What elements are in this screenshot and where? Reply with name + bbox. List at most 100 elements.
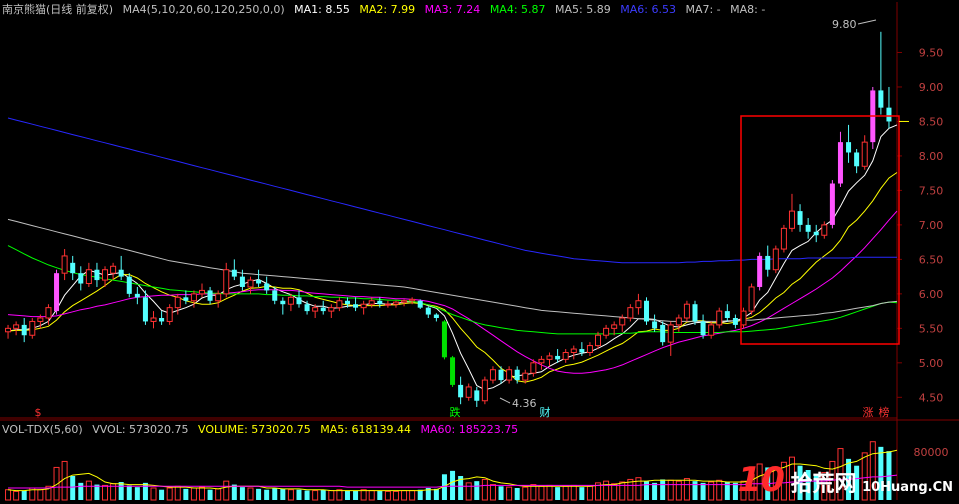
candle-body — [522, 372, 529, 381]
candle — [692, 300, 698, 325]
ma7-value: MA7: - — [685, 3, 721, 16]
candle-body — [336, 300, 343, 309]
volume-bar — [433, 488, 439, 500]
y-tick-label: 8.00 — [919, 150, 944, 163]
candle — [450, 355, 456, 387]
candle-body — [450, 357, 456, 385]
volume-bar — [643, 481, 650, 500]
stock-title: 南京熊猫(日线 前复权) — [2, 3, 114, 16]
candle-body — [21, 324, 27, 336]
volume-bar — [579, 487, 585, 500]
volume-bar — [37, 489, 44, 501]
candle-body — [409, 298, 416, 302]
candle-body — [384, 303, 391, 306]
volume-bar — [401, 490, 408, 501]
volume-bar — [21, 490, 27, 500]
candle-body — [854, 152, 860, 167]
volume-bar — [312, 490, 319, 501]
candle-body — [247, 279, 254, 288]
candle-body — [570, 348, 577, 353]
volume-bar — [700, 482, 706, 500]
candle-body — [85, 269, 92, 285]
volume-bar — [223, 480, 230, 501]
candle-body — [368, 300, 375, 305]
candle-body — [166, 307, 173, 322]
candle-body — [215, 293, 222, 302]
candle — [716, 307, 723, 329]
volume-bar — [417, 489, 423, 500]
volume-bar — [611, 483, 618, 501]
y-tick-label: 7.00 — [919, 219, 944, 232]
volume-bar — [586, 485, 593, 501]
candle-body — [102, 269, 109, 281]
candle-body — [797, 211, 803, 225]
candle-body — [377, 300, 383, 305]
chart-header: 南京熊猫(日线 前复权) MA4(5,10,20,60,120,250,0,0)… — [2, 1, 771, 17]
vol-tick-label: 80000 — [914, 446, 949, 459]
vol-ma5-value: MA5: 618139.44 — [320, 423, 411, 436]
candle — [54, 269, 60, 315]
candle — [441, 320, 447, 360]
candle-body — [732, 318, 738, 325]
high-price-label: 9.80 — [832, 18, 857, 31]
candle-body — [489, 369, 496, 381]
candle-body — [29, 320, 36, 336]
volume-bar — [207, 489, 213, 500]
watermark-cn: 拾荒网 — [790, 472, 857, 497]
candle-body — [683, 303, 690, 319]
candle-body — [757, 255, 763, 287]
watermark-en: 10Huang.CN — [862, 480, 953, 495]
volume-bar — [675, 480, 682, 501]
volume-bar — [256, 488, 262, 500]
volume-bar — [239, 487, 245, 500]
candle-body — [886, 107, 892, 122]
watermark: 10 拾荒网 10Huang.CN — [738, 460, 953, 500]
vvol-value: VVOL: 573020.75 — [92, 423, 189, 436]
volume-bar — [562, 485, 569, 501]
volume-bar — [619, 481, 626, 501]
candle-body — [692, 304, 698, 322]
ma6-value: MA6: 6.53 — [620, 3, 676, 16]
candle-body — [287, 296, 294, 305]
candle-body — [878, 90, 884, 108]
candle-body — [401, 300, 408, 303]
volume-bar — [13, 490, 20, 501]
candle-body — [635, 300, 642, 309]
volume-bar — [336, 489, 343, 501]
volume-bar — [344, 490, 350, 500]
candle-body — [506, 369, 513, 381]
volume-bar — [247, 487, 254, 501]
candle-body — [174, 296, 181, 309]
candle-body — [70, 262, 76, 274]
y-tick-label: 6.00 — [919, 288, 944, 301]
volume-bar — [450, 470, 456, 500]
candle-body — [643, 300, 650, 322]
candle-body — [465, 386, 472, 398]
candle-body — [320, 307, 326, 312]
candle-body — [498, 369, 504, 381]
candle — [870, 86, 876, 150]
candle-body — [45, 307, 52, 319]
vol-indicator-name: VOL-TDX(5,60) — [2, 423, 83, 436]
candle-body — [675, 317, 682, 326]
candle-body — [562, 351, 569, 360]
y-tick-label: 9.50 — [919, 46, 944, 59]
candle — [166, 304, 173, 325]
candle — [748, 283, 755, 315]
candle-body — [595, 334, 602, 347]
volume-bar — [489, 484, 496, 501]
candle-body — [579, 349, 585, 353]
volume-bar — [272, 488, 278, 500]
candle-body — [328, 307, 335, 312]
volume-bar — [280, 488, 286, 500]
volume-bar — [296, 489, 302, 500]
candle-body — [805, 224, 811, 232]
candle — [780, 224, 787, 253]
event-marker: 榜 — [879, 405, 890, 419]
candle-body — [190, 293, 197, 302]
volume-bar — [287, 489, 294, 501]
volume-bar — [660, 479, 666, 500]
candle-body — [546, 355, 553, 360]
candle-body — [223, 269, 230, 295]
candle-body — [207, 290, 213, 301]
